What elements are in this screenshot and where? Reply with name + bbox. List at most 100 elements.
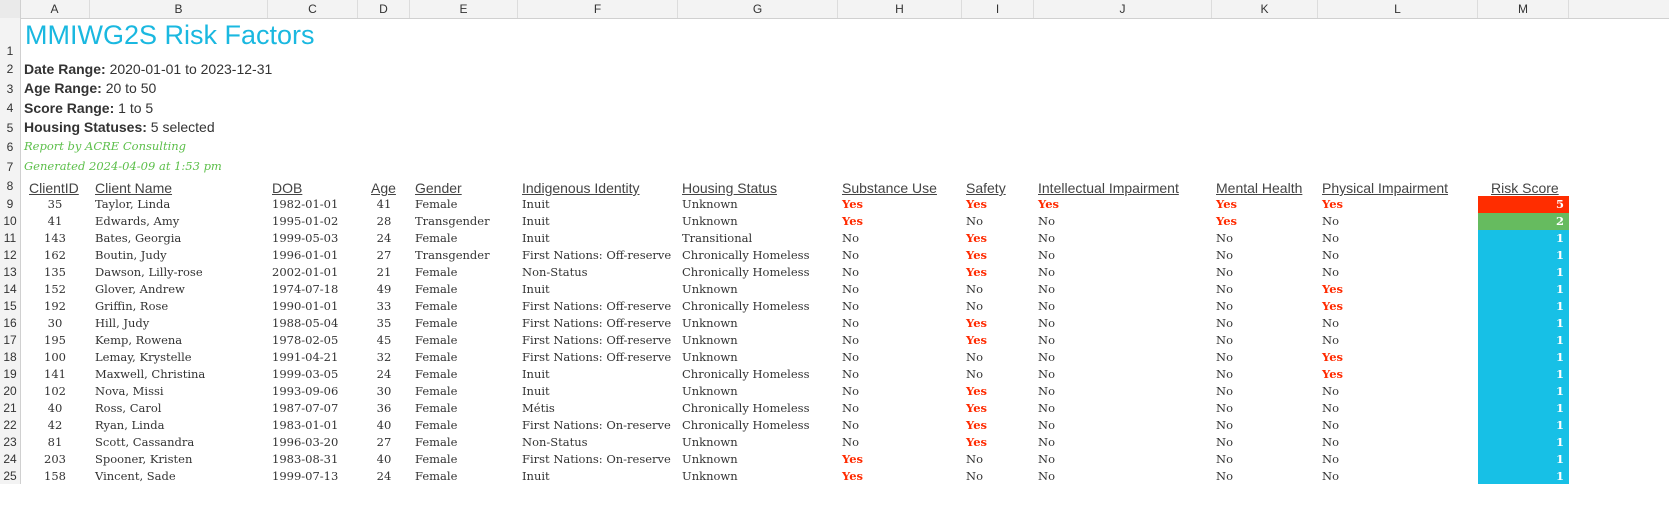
cell-safety[interactable]: Yes: [966, 231, 987, 245]
cell-risk-score[interactable]: 5: [1478, 196, 1569, 213]
cell-physical-impairment[interactable]: Yes: [1322, 197, 1343, 211]
cell-mental-health[interactable]: No: [1216, 418, 1233, 432]
cell-physical-impairment[interactable]: Yes: [1322, 367, 1343, 381]
cell-risk-score[interactable]: 1: [1478, 315, 1569, 332]
cell-clientid[interactable]: 203: [20, 452, 90, 466]
cell-risk-score[interactable]: 1: [1478, 230, 1569, 247]
cell-dob[interactable]: 1978-02-05: [272, 333, 338, 347]
cell-client-name[interactable]: Hill, Judy: [95, 316, 149, 330]
cell-client-name[interactable]: Scott, Cassandra: [95, 435, 194, 449]
row-header-17[interactable]: 17: [0, 332, 20, 349]
cell-safety[interactable]: No: [966, 350, 983, 364]
cell-mental-health[interactable]: No: [1216, 248, 1233, 262]
row-header-12[interactable]: 12: [0, 247, 20, 264]
cell-intellectual-impairment[interactable]: No: [1038, 418, 1055, 432]
cell-gender[interactable]: Female: [415, 265, 457, 279]
cell-intellectual-impairment[interactable]: No: [1038, 299, 1055, 313]
cell-dob[interactable]: 1995-01-02: [272, 214, 338, 228]
cell-dob[interactable]: 1991-04-21: [272, 350, 338, 364]
cell-housing-status[interactable]: Unknown: [682, 282, 738, 296]
cell-physical-impairment[interactable]: No: [1322, 469, 1339, 483]
cell-substance-use[interactable]: No: [842, 282, 859, 296]
cell-risk-score[interactable]: 1: [1478, 434, 1569, 451]
cell-safety[interactable]: Yes: [966, 418, 987, 432]
cell-housing-status[interactable]: Chronically Homeless: [682, 418, 809, 432]
cell-safety[interactable]: Yes: [966, 248, 987, 262]
cell-gender[interactable]: Female: [415, 197, 457, 211]
cell-clientid[interactable]: 152: [20, 282, 90, 296]
cell-age[interactable]: 28: [358, 214, 410, 228]
column-header-G[interactable]: G: [678, 0, 838, 18]
cell-dob[interactable]: 1983-08-31: [272, 452, 338, 466]
cell-mental-health[interactable]: Yes: [1216, 197, 1237, 211]
cell-substance-use[interactable]: No: [842, 316, 859, 330]
column-header-L[interactable]: L: [1318, 0, 1478, 18]
cell-intellectual-impairment[interactable]: No: [1038, 401, 1055, 415]
cell-mental-health[interactable]: No: [1216, 231, 1233, 245]
cell-dob[interactable]: 1990-01-01: [272, 299, 338, 313]
cell-housing-status[interactable]: Unknown: [682, 384, 738, 398]
cell-indigenous-identity[interactable]: First Nations: On-reserve: [522, 418, 671, 432]
row-header-10[interactable]: 10: [0, 213, 20, 230]
cell-risk-score[interactable]: 1: [1478, 247, 1569, 264]
cell-gender[interactable]: Female: [415, 367, 457, 381]
cell-indigenous-identity[interactable]: Non-Status: [522, 265, 588, 279]
row-header-14[interactable]: 14: [0, 281, 20, 298]
row-header-18[interactable]: 18: [0, 349, 20, 366]
cell-housing-status[interactable]: Unknown: [682, 435, 738, 449]
cell-client-name[interactable]: Dawson, Lilly-rose: [95, 265, 203, 279]
cell-age[interactable]: 33: [358, 299, 410, 313]
cell-risk-score[interactable]: 1: [1478, 383, 1569, 400]
row-header-21[interactable]: 21: [0, 400, 20, 417]
cell-housing-status[interactable]: Unknown: [682, 452, 738, 466]
cell-gender[interactable]: Female: [415, 333, 457, 347]
cell-age[interactable]: 35: [358, 316, 410, 330]
cell-dob[interactable]: 1999-05-03: [272, 231, 338, 245]
cell-indigenous-identity[interactable]: First Nations: Off-reserve: [522, 350, 671, 364]
cell-client-name[interactable]: Spooner, Kristen: [95, 452, 192, 466]
cell-intellectual-impairment[interactable]: No: [1038, 435, 1055, 449]
cell-risk-score[interactable]: 1: [1478, 400, 1569, 417]
cell-physical-impairment[interactable]: Yes: [1322, 282, 1343, 296]
cell-indigenous-identity[interactable]: Inuit: [522, 214, 550, 228]
cell-client-name[interactable]: Lemay, Krystelle: [95, 350, 192, 364]
row-header-3[interactable]: 3: [0, 80, 20, 100]
cell-mental-health[interactable]: No: [1216, 384, 1233, 398]
cell-clientid[interactable]: 35: [20, 197, 90, 211]
cell-indigenous-identity[interactable]: Inuit: [522, 282, 550, 296]
cell-dob[interactable]: 1999-07-13: [272, 469, 338, 483]
cell-substance-use[interactable]: Yes: [842, 197, 863, 211]
row-header-9[interactable]: 9: [0, 196, 20, 213]
cell-substance-use[interactable]: No: [842, 350, 859, 364]
cell-age[interactable]: 36: [358, 401, 410, 415]
cell-physical-impairment[interactable]: No: [1322, 333, 1339, 347]
cell-intellectual-impairment[interactable]: No: [1038, 282, 1055, 296]
cell-clientid[interactable]: 102: [20, 384, 90, 398]
cell-indigenous-identity[interactable]: Inuit: [522, 197, 550, 211]
cell-dob[interactable]: 1993-09-06: [272, 384, 338, 398]
cell-mental-health[interactable]: No: [1216, 333, 1233, 347]
row-header-15[interactable]: 15: [0, 298, 20, 315]
cell-safety[interactable]: No: [966, 469, 983, 483]
cell-client-name[interactable]: Edwards, Amy: [95, 214, 179, 228]
cell-housing-status[interactable]: Chronically Homeless: [682, 367, 809, 381]
cell-physical-impairment[interactable]: No: [1322, 214, 1339, 228]
cell-intellectual-impairment[interactable]: No: [1038, 452, 1055, 466]
cell-indigenous-identity[interactable]: Inuit: [522, 384, 550, 398]
column-header-A[interactable]: A: [20, 0, 90, 18]
cell-client-name[interactable]: Taylor, Linda: [95, 197, 170, 211]
cell-housing-status[interactable]: Unknown: [682, 333, 738, 347]
cell-mental-health[interactable]: No: [1216, 401, 1233, 415]
cell-physical-impairment[interactable]: No: [1322, 248, 1339, 262]
cell-dob[interactable]: 1988-05-04: [272, 316, 338, 330]
cell-indigenous-identity[interactable]: First Nations: Off-reserve: [522, 316, 671, 330]
cell-age[interactable]: 24: [358, 469, 410, 483]
row-header-25[interactable]: 25: [0, 468, 20, 485]
column-header-M[interactable]: M: [1478, 0, 1569, 18]
cell-dob[interactable]: 1987-07-07: [272, 401, 338, 415]
cell-housing-status[interactable]: Chronically Homeless: [682, 248, 809, 262]
cell-clientid[interactable]: 42: [20, 418, 90, 432]
cell-indigenous-identity[interactable]: Non-Status: [522, 435, 588, 449]
cell-indigenous-identity[interactable]: Inuit: [522, 231, 550, 245]
row-header-7[interactable]: 7: [0, 158, 20, 178]
